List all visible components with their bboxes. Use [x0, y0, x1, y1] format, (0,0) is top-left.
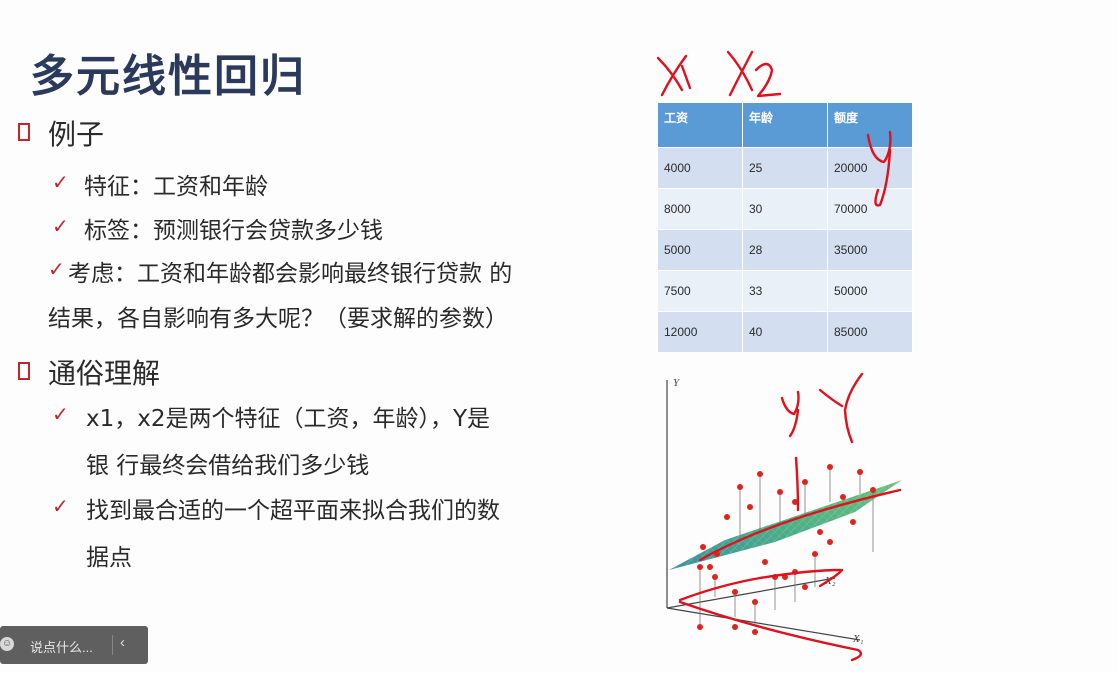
table-cell: 33 — [742, 270, 828, 312]
table-cell: 12000 — [658, 311, 743, 352]
table-cell: 25 — [742, 147, 828, 189]
list-item: 特征：工资和年龄 — [84, 174, 268, 200]
list-item: 据点 — [86, 545, 132, 571]
table-cell: 8000 — [658, 188, 743, 230]
axis-y-label: Y — [673, 377, 681, 389]
slide: 多元线性回归 例子 ✓ 特征：工资和年龄 ✓ 标签：预测银行会贷款多少钱 ✓ 考… — [0, 0, 1117, 673]
table-cell: 35000 — [827, 229, 913, 271]
table-header-row: 工资 年龄 额度 — [658, 103, 913, 148]
table-cell: 40 — [742, 311, 828, 352]
comment-bar[interactable]: ☺ 说点什么... ‹ — [0, 626, 148, 664]
check-icon: ✓ — [48, 257, 65, 281]
plane-mesh — [669, 480, 902, 570]
table-row: 7500 33 50000 — [658, 270, 913, 312]
check-icon: ✓ — [52, 402, 69, 426]
axis-x1-label: X₁ — [852, 633, 864, 645]
list-item: x1，x2是两个特征（工资，年龄），Y是 — [86, 406, 491, 432]
list-item: 银 行最终会借给我们多少钱 — [86, 453, 370, 479]
check-icon: ✓ — [52, 494, 69, 518]
section-heading-example: 例子 — [48, 118, 105, 151]
table-cell: 7500 — [658, 270, 743, 312]
table-row: 5000 28 35000 — [658, 229, 913, 271]
section-bullet-icon — [18, 123, 30, 141]
emoji-icon[interactable]: ☺ — [0, 637, 14, 651]
table-row: 4000 25 20000 — [658, 147, 913, 189]
axis-x2-label: X₂ — [824, 575, 836, 587]
table-cell: 4000 — [658, 147, 743, 189]
column-header: 年龄 — [742, 103, 828, 148]
column-header: 工资 — [658, 103, 743, 148]
table-cell: 85000 — [827, 311, 913, 352]
check-icon: ✓ — [52, 214, 69, 238]
regression-plane-figure: Y X₁ X₂ — [666, 377, 902, 645]
table-cell: 30 — [742, 188, 828, 230]
slide-title: 多元线性回归 — [30, 51, 306, 102]
list-item: 标签：预测银行会贷款多少钱 — [84, 218, 383, 244]
table-cell: 28 — [742, 229, 828, 271]
table-cell: 50000 — [827, 270, 913, 312]
divider — [112, 635, 113, 655]
chevron-left-icon[interactable]: ‹ — [120, 634, 125, 651]
table-cell: 20000 — [827, 147, 913, 189]
column-header: 额度 — [827, 103, 913, 148]
table-cell: 70000 — [827, 188, 913, 230]
table-row: 12000 40 85000 — [658, 311, 913, 352]
data-table: 工资 年龄 额度 4000 25 20000 8000 30 70000 500… — [658, 103, 913, 352]
list-item: 结果，各自影响有多大呢？（要求解的参数） — [48, 306, 508, 332]
section-heading-understanding: 通俗理解 — [48, 357, 161, 390]
list-item: 找到最合适的一个超平面来拟合我们的数 — [86, 498, 500, 524]
comment-input-placeholder[interactable]: 说点什么... — [30, 637, 93, 656]
section-bullet-icon — [18, 362, 30, 380]
table-row: 8000 30 70000 — [658, 188, 913, 230]
list-item: 考虑：工资和年龄都会影响最终银行贷款 的 — [68, 261, 513, 287]
check-icon: ✓ — [52, 170, 69, 194]
table-cell: 5000 — [658, 229, 743, 271]
